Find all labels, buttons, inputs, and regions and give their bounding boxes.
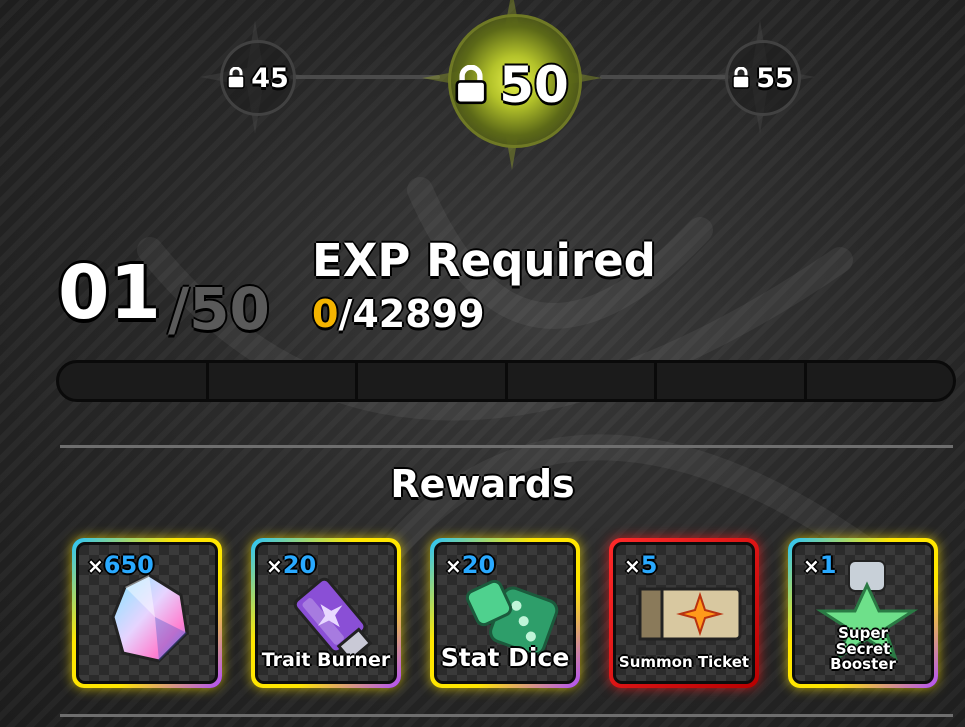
progress-segment [807, 363, 954, 399]
lock-icon [732, 67, 750, 89]
reward-name: Summon Ticket [618, 653, 750, 672]
reward-quantity: ×5 [624, 551, 658, 579]
divider-bottom [60, 714, 953, 717]
max-level: /50 [168, 275, 270, 343]
exp-required: /42899 [338, 292, 485, 336]
milestone-level-50: 50 [499, 56, 569, 114]
milestone-node-50-current[interactable]: 50 [412, 0, 612, 170]
lock-icon [455, 65, 487, 105]
milestone-level-45: 45 [251, 62, 289, 94]
milestone-label: 55 [732, 63, 794, 94]
reward-card[interactable]: ×5 Summon Ticket [609, 538, 759, 688]
level-counter: 01 [58, 250, 161, 336]
exp-progress-bar [56, 360, 956, 402]
exp-required-title: EXP Required [312, 234, 656, 287]
progress-segment [59, 363, 209, 399]
reward-quantity: ×20 [445, 551, 496, 579]
progress-segment [358, 363, 508, 399]
milestone-level-55: 55 [756, 62, 794, 94]
milestone-node-55[interactable]: 55 [703, 18, 823, 138]
progress-segment [657, 363, 807, 399]
exp-progress-text: 0/42899 [312, 292, 485, 336]
lock-icon [227, 67, 245, 89]
progress-segment [209, 363, 358, 399]
rewards-title: Rewards [390, 462, 575, 506]
reward-card[interactable]: ×1 Super Secret Booster [788, 538, 938, 688]
reward-name: Super Secret Booster [830, 623, 896, 674]
divider-top [60, 445, 953, 448]
current-level: 01 [58, 250, 161, 336]
milestone-node-45[interactable]: 45 [198, 18, 318, 138]
reward-card[interactable]: ×650 [72, 538, 222, 688]
reward-name: Stat Dice [440, 642, 570, 672]
reward-name: Trait Burner [261, 649, 391, 672]
reward-quantity: ×20 [266, 551, 317, 579]
reward-card[interactable]: ×20 Trait Burner [251, 538, 401, 688]
exp-current: 0 [312, 292, 339, 336]
reward-quantity: ×1 [803, 551, 837, 579]
reward-card[interactable]: ×20 Stat Dice [430, 538, 580, 688]
milestone-label: 45 [227, 63, 289, 94]
progress-segment [508, 363, 657, 399]
reward-quantity: ×650 [87, 551, 154, 579]
milestone-label: 50 [455, 56, 569, 114]
